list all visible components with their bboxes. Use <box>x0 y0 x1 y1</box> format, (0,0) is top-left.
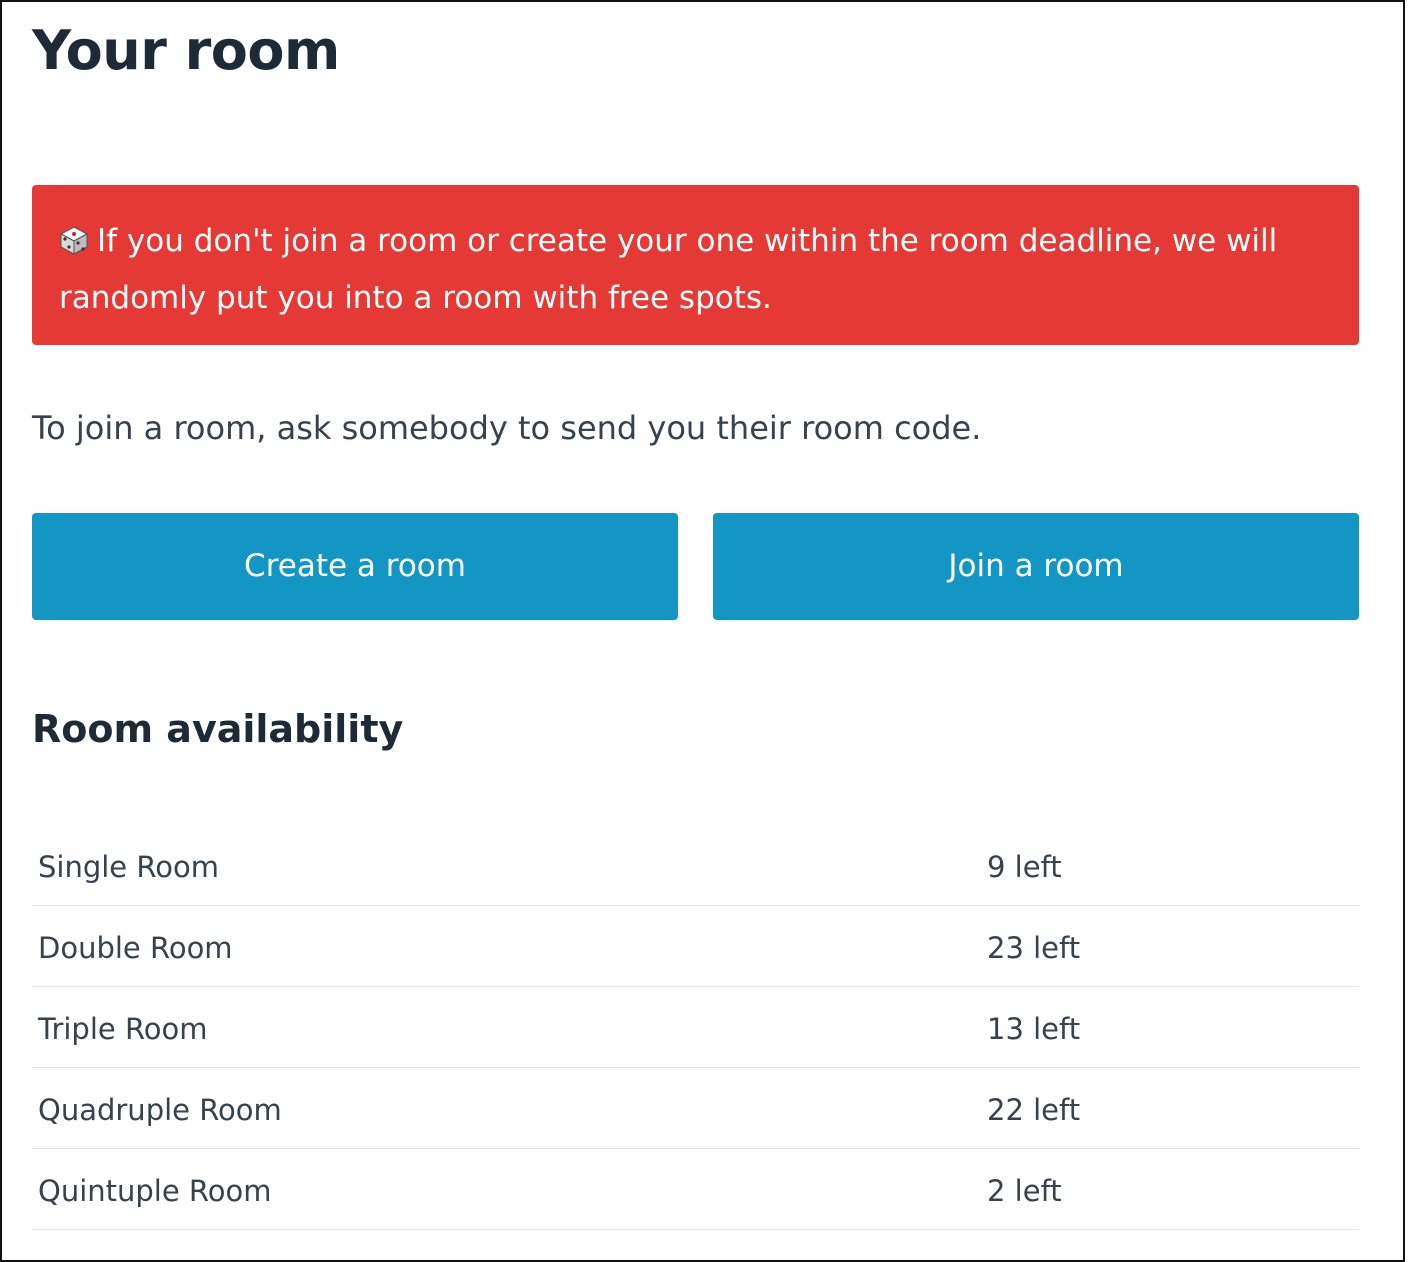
alert-text: If you don't join a room or create your … <box>59 223 1278 316</box>
table-row: Quintuple Room 2 left <box>32 1149 1359 1230</box>
room-name: Quadruple Room <box>38 1093 282 1127</box>
room-count: 23 left <box>987 931 1081 965</box>
availability-table: Single Room 9 left Double Room 23 left T… <box>32 825 1359 1230</box>
table-row: Single Room 9 left <box>32 825 1359 906</box>
room-count: 2 left <box>987 1174 1062 1208</box>
availability-title: Room availability <box>32 707 404 751</box>
random-assignment-alert: If you don't join a room or create your … <box>32 185 1359 345</box>
table-row: Quadruple Room 22 left <box>32 1068 1359 1149</box>
table-row: Triple Room 13 left <box>32 987 1359 1068</box>
table-row: Double Room 23 left <box>32 906 1359 987</box>
room-name: Triple Room <box>38 1012 208 1046</box>
room-count: 9 left <box>987 850 1062 884</box>
create-room-button[interactable]: Create a room <box>32 513 678 620</box>
room-name: Quintuple Room <box>38 1174 272 1208</box>
room-name: Double Room <box>38 931 233 965</box>
room-count: 13 left <box>987 1012 1081 1046</box>
dice-icon <box>59 219 89 272</box>
room-name: Single Room <box>38 850 219 884</box>
page-frame: Your room If you don't join a room or cr… <box>0 0 1405 1262</box>
join-room-button[interactable]: Join a room <box>713 513 1359 620</box>
room-count: 22 left <box>987 1093 1081 1127</box>
page-title: Your room <box>32 19 340 82</box>
join-instructions: To join a room, ask somebody to send you… <box>32 409 982 447</box>
